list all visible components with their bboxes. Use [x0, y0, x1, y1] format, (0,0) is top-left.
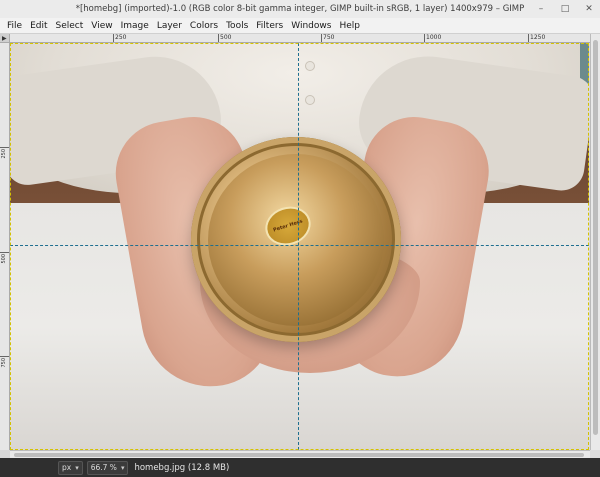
menu-view[interactable]: View [87, 18, 116, 34]
navigate-button[interactable] [590, 450, 600, 458]
zoom-value: 66.7 % [90, 463, 117, 472]
shirt-button [305, 95, 315, 105]
vertical-scrollbar-thumb[interactable] [593, 40, 598, 435]
image-workspace: ▶ 250 500 750 1000 1250 250 500 750 Pete… [0, 34, 600, 458]
horizontal-guide[interactable] [10, 245, 589, 246]
ruler-label: 750 [1, 358, 7, 368]
ruler-tick [424, 34, 425, 42]
ruler-tick [321, 34, 322, 42]
ruler-tick [0, 147, 9, 148]
menubar: File Edit Select View Image Layer Colors… [0, 18, 600, 34]
ruler-label: 1250 [530, 34, 546, 41]
maximize-button[interactable]: □ [560, 0, 570, 18]
menu-image[interactable]: Image [117, 18, 153, 34]
ruler-label: 500 [1, 254, 7, 264]
menu-file[interactable]: File [3, 18, 26, 34]
shirt-button [305, 61, 315, 71]
menu-filters[interactable]: Filters [252, 18, 287, 34]
ruler-tick [218, 34, 219, 42]
zoom-select[interactable]: 66.7 % ▾ [86, 460, 129, 475]
menu-windows[interactable]: Windows [287, 18, 335, 34]
menu-layer[interactable]: Layer [153, 18, 186, 34]
ruler-label: 750 [323, 34, 335, 41]
file-info: homebg.jpg (12.8 MB) [134, 462, 230, 473]
ruler-tick [113, 34, 114, 42]
horizontal-ruler[interactable]: 250 500 750 1000 1250 [10, 34, 590, 43]
horizontal-scrollbar[interactable] [10, 450, 590, 458]
window-titlebar[interactable]: *[homebg] (imported)-1.0 (RGB color 8-bi… [0, 0, 600, 18]
horizontal-scrollbar-thumb[interactable] [14, 453, 584, 457]
minimize-button[interactable]: – [536, 0, 546, 18]
ruler-label: 500 [220, 34, 232, 41]
ruler-tick [0, 252, 9, 253]
ruler-label: 250 [1, 149, 7, 159]
window-controls: – □ ✕ [536, 0, 594, 18]
menu-tools[interactable]: Tools [222, 18, 252, 34]
unit-select[interactable]: px ▾ [58, 460, 83, 475]
vertical-ruler[interactable]: 250 500 750 [0, 43, 10, 450]
ruler-label: 1000 [426, 34, 442, 41]
vertical-guide[interactable] [298, 43, 299, 450]
menu-colors[interactable]: Colors [186, 18, 222, 34]
chevron-down-icon: ▾ [120, 463, 125, 472]
close-button[interactable]: ✕ [584, 0, 594, 18]
menu-select[interactable]: Select [52, 18, 88, 34]
statusbar: px ▾ 66.7 % ▾ homebg.jpg (12.8 MB) [0, 458, 600, 477]
quick-mask-toggle[interactable]: ▶ [0, 34, 10, 43]
pointer-icon: ▶ [2, 35, 7, 42]
ruler-label: 250 [115, 34, 127, 41]
image-canvas[interactable]: Peter Hess [10, 43, 589, 450]
chevron-down-icon: ▾ [75, 463, 79, 472]
menu-edit[interactable]: Edit [26, 18, 51, 34]
window-title: *[homebg] (imported)-1.0 (RGB color 8-bi… [75, 4, 525, 14]
ruler-tick [528, 34, 529, 42]
menu-help[interactable]: Help [335, 18, 364, 34]
unit-value: px [62, 463, 72, 472]
ruler-tick [0, 356, 9, 357]
vertical-scrollbar[interactable] [590, 34, 600, 450]
